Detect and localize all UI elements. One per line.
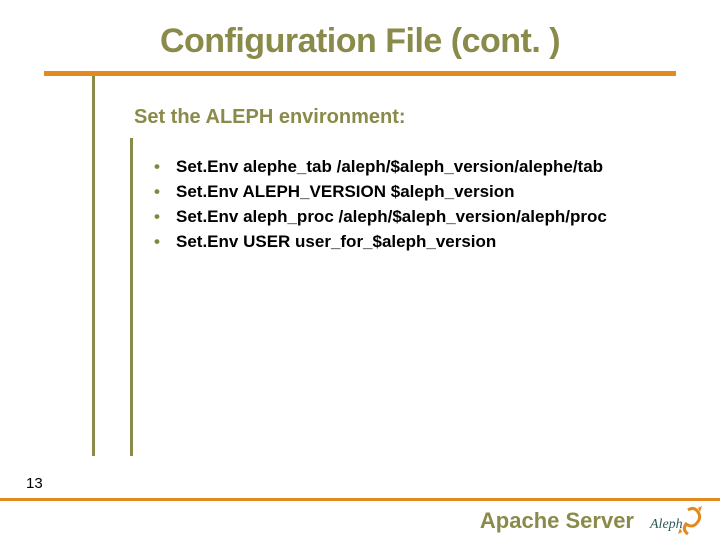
bullet-item: Set.Env alephe_tab /aleph/$aleph_version… [152, 156, 672, 179]
vertical-rule-outer [92, 76, 95, 456]
vertical-rule-inner [130, 138, 133, 456]
content-area: Set the ALEPH environment: Set.Env aleph… [44, 76, 720, 456]
aleph-logo-icon: Aleph [648, 504, 712, 536]
footer-line [0, 498, 720, 501]
bullet-item: Set.Env aleph_proc /aleph/$aleph_version… [152, 206, 672, 229]
bullet-list: Set.Env alephe_tab /aleph/$aleph_version… [152, 156, 672, 256]
svg-text:Aleph: Aleph [649, 517, 683, 532]
slide-title: Configuration File (cont. ) [0, 0, 720, 71]
bullet-item: Set.Env ALEPH_VERSION $aleph_version [152, 181, 672, 204]
slide-number: 13 [26, 475, 43, 492]
bullet-item: Set.Env USER user_for_$aleph_version [152, 231, 672, 254]
section-subtitle: Set the ALEPH environment: [134, 106, 406, 129]
footer-bar: Apache Server Aleph [0, 498, 720, 540]
footer-title: Apache Server [480, 508, 634, 534]
